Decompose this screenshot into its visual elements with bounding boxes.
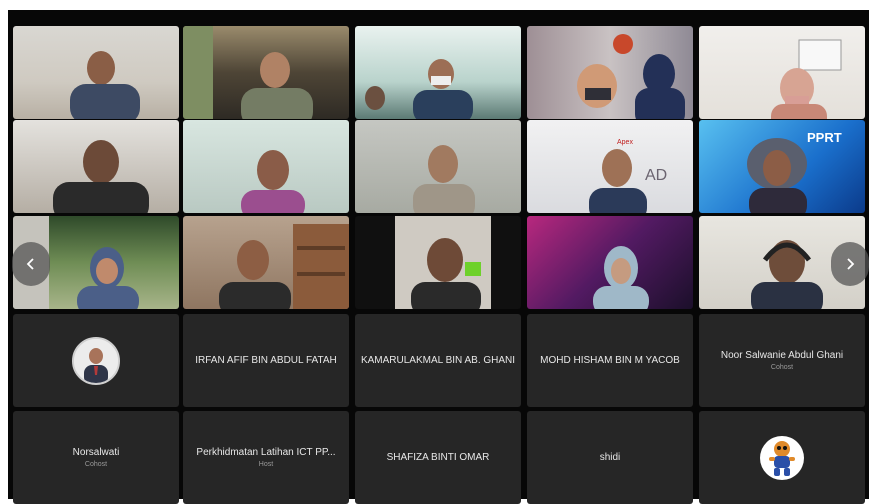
participant-tile[interactable]: Noor Salwanie Abdul Ghani Cohost: [699, 314, 865, 407]
chevron-left-icon: [26, 258, 34, 270]
participant-video: [413, 145, 475, 213]
video-tile[interactable]: PPRT: [699, 120, 865, 213]
participant-tile[interactable]: [699, 411, 865, 504]
participant-name: SHAFIZA BINTI OMAR: [386, 452, 490, 463]
profile-photo-icon: [72, 336, 120, 385]
video-gallery: Apex AD PPRT IRFAN AFIF BIN ABDUL FATAH K…: [8, 10, 869, 504]
participant-video: [577, 34, 685, 119]
video-tile[interactable]: [527, 216, 693, 309]
video-tile[interactable]: Apex AD: [527, 120, 693, 213]
background-text: PPRT: [807, 130, 842, 145]
cartoon-mascot-icon: [759, 435, 805, 481]
next-page-button[interactable]: [831, 242, 869, 286]
chevron-right-icon: [847, 258, 855, 270]
video-tile[interactable]: [183, 120, 349, 213]
participant-video: [219, 224, 349, 309]
participant-video: [183, 26, 313, 119]
participant-tile[interactable]: Norsalwati Cohost: [13, 411, 179, 504]
participant-video: Apex AD: [589, 139, 667, 213]
participant-name: Noor Salwanie Abdul Ghani: [720, 350, 844, 361]
video-tile[interactable]: [355, 216, 521, 309]
video-tile[interactable]: [13, 26, 179, 119]
video-tile[interactable]: [13, 120, 179, 213]
participant-video: [70, 51, 140, 119]
participant-video: [771, 39, 842, 119]
participant-tile[interactable]: KAMARULAKMAL BIN AB. GHANI: [355, 314, 521, 407]
participant-role: Cohost: [770, 364, 794, 371]
participant-name: Norsalwati: [72, 447, 120, 458]
participant-role: Host: [258, 461, 274, 468]
participant-video: [395, 216, 491, 309]
participant-name: KAMARULAKMAL BIN AB. GHANI: [360, 355, 516, 366]
participant-name: IRFAN AFIF BIN ABDUL FATAH: [195, 355, 337, 366]
video-tile[interactable]: [527, 26, 693, 119]
participant-video: [53, 140, 149, 213]
background-text: Apex: [617, 139, 633, 146]
video-tile[interactable]: [355, 26, 521, 119]
video-tile[interactable]: [183, 216, 349, 309]
participant-name: Perkhidmatan Latihan ICT PP...: [196, 447, 336, 458]
participant-tile[interactable]: Perkhidmatan Latihan ICT PP... Host: [183, 411, 349, 504]
background-text: AD: [645, 167, 667, 184]
participant-name: MOHD HISHAM BIN M YACOB: [540, 355, 680, 366]
participant-role: Cohost: [84, 461, 108, 468]
participant-video: PPRT: [747, 130, 842, 213]
participant-name: shidi: [599, 452, 621, 463]
participant-tile[interactable]: MOHD HISHAM BIN M YACOB: [527, 314, 693, 407]
participant-tile[interactable]: SHAFIZA BINTI OMAR: [355, 411, 521, 504]
participant-tile[interactable]: [13, 314, 179, 407]
participant-tile[interactable]: shidi: [527, 411, 693, 504]
participant-video: [365, 59, 473, 119]
participant-video: [593, 246, 649, 309]
video-tile[interactable]: [183, 26, 349, 119]
video-tile[interactable]: [355, 120, 521, 213]
previous-page-button[interactable]: [12, 242, 50, 286]
participant-video: [241, 150, 305, 213]
video-tile[interactable]: [699, 26, 865, 119]
participant-tile[interactable]: IRFAN AFIF BIN ABDUL FATAH: [183, 314, 349, 407]
